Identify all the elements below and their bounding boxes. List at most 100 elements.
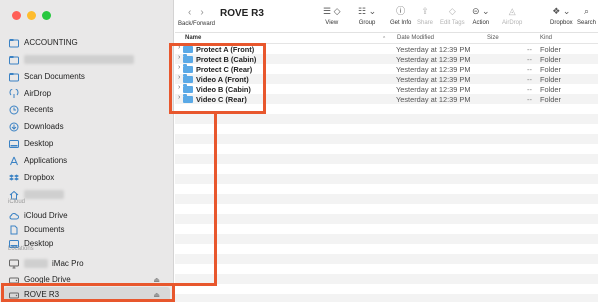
get-info-button[interactable]: ⓘ Get Info	[390, 5, 411, 26]
file-kind: Folder	[540, 45, 561, 54]
empty-row	[175, 114, 598, 124]
file-kind: Folder	[540, 95, 561, 104]
chevron-left-icon[interactable]: ‹	[188, 7, 200, 18]
dropbox-icon	[9, 173, 19, 183]
sidebar-item-label: Dropbox	[24, 173, 55, 182]
back-forward-arrows[interactable]: ‹›	[188, 7, 213, 18]
empty-row	[175, 274, 598, 284]
clock-icon	[9, 105, 19, 115]
applications-icon	[9, 156, 19, 166]
empty-row	[175, 244, 598, 254]
group-button[interactable]: ☷ ⌄ Group	[358, 5, 376, 26]
sort-chevron-icon: ⌃	[382, 36, 387, 42]
sidebar-item-label: Applications	[24, 156, 68, 165]
empty-row	[175, 234, 598, 244]
file-date: Yesterday at 12:39 PM	[396, 75, 471, 84]
home-icon	[9, 190, 19, 200]
sidebar-item-label: iCloud Drive	[24, 211, 68, 220]
folder-icon	[9, 55, 19, 65]
airdrop-icon: ◬	[508, 6, 516, 16]
file-date: Yesterday at 12:39 PM	[396, 55, 471, 64]
empty-row	[175, 134, 598, 144]
empty-row	[175, 144, 598, 154]
empty-row	[175, 194, 598, 204]
sidebar-section-icloud: iCloud	[8, 199, 26, 205]
column-header-size[interactable]: Size	[487, 35, 499, 41]
sidebar-item-label: Scan Documents	[24, 72, 85, 81]
sidebar-item-desktop[interactable]: Desktop	[4, 136, 170, 151]
file-date: Yesterday at 12:39 PM	[396, 65, 471, 74]
sidebar-section-locations: Locations	[8, 246, 34, 252]
back-forward-label: Back/Forward	[178, 21, 216, 27]
share-icon: ⇪	[421, 6, 429, 16]
action-icon: ⊝ ⌄	[472, 6, 490, 16]
file-size: --	[527, 55, 532, 64]
download-icon	[9, 122, 19, 132]
zoom-window-button[interactable]	[42, 11, 51, 20]
file-date: Yesterday at 12:39 PM	[396, 95, 471, 104]
minimize-window-button[interactable]	[27, 11, 36, 20]
action-button[interactable]: ⊝ ⌄ Action	[472, 5, 490, 26]
sidebar-item-home[interactable]	[4, 187, 170, 202]
annotation-connector-vertical	[214, 114, 217, 286]
sidebar-item-recents[interactable]: Recents	[4, 102, 170, 117]
airdrop-icon	[9, 88, 19, 99]
view-icon: ☰ ◇	[323, 6, 341, 16]
sidebar-item-label: Desktop	[24, 139, 54, 148]
empty-row	[175, 164, 598, 174]
sidebar-item-icloud-drive[interactable]: iCloud Drive	[4, 208, 170, 223]
info-icon: ⓘ	[396, 6, 406, 16]
file-kind: Folder	[540, 85, 561, 94]
empty-row	[175, 264, 598, 274]
cloud-icon	[9, 211, 19, 221]
file-kind: Folder	[540, 55, 561, 64]
sidebar: ACCOUNTING Scan Documents AirDrop Recent…	[0, 0, 174, 302]
dropbox-icon: ❖ ⌄	[552, 6, 571, 16]
window-title: ROVE R3	[220, 8, 264, 19]
file-size: --	[527, 85, 532, 94]
file-kind: Folder	[540, 75, 561, 84]
sidebar-item-dropbox[interactable]: Dropbox	[4, 170, 170, 185]
empty-row	[175, 284, 598, 294]
redacted-label	[24, 55, 134, 64]
sidebar-item-scan-documents[interactable]: Scan Documents	[4, 69, 170, 84]
folder-icon	[9, 38, 19, 48]
sidebar-item-accounting[interactable]: ACCOUNTING	[4, 35, 170, 50]
file-size: --	[527, 75, 532, 84]
column-header-date[interactable]: Date Modified	[397, 35, 434, 41]
share-button[interactable]: ⇪ Share	[417, 5, 433, 26]
desktop-icon	[9, 139, 19, 149]
sidebar-item-label: ACCOUNTING	[24, 38, 78, 47]
document-icon	[9, 225, 19, 235]
column-header-kind[interactable]: Kind	[540, 35, 552, 41]
sidebar-item-airdrop[interactable]: AirDrop	[4, 86, 170, 101]
close-window-button[interactable]	[12, 11, 21, 20]
file-size: --	[527, 95, 532, 104]
sidebar-item-downloads[interactable]: Downloads	[4, 119, 170, 134]
file-date: Yesterday at 12:39 PM	[396, 45, 471, 54]
dropbox-button[interactable]: ❖ ⌄ Dropbox	[550, 5, 573, 26]
group-icon: ☷ ⌄	[358, 6, 377, 16]
edit-tags-button[interactable]: ◇ Edit Tags	[440, 5, 465, 26]
search-button[interactable]: ⌕ Search	[577, 5, 596, 26]
folder-icon	[9, 72, 19, 82]
airdrop-button[interactable]: ◬ AirDrop	[502, 5, 522, 26]
file-date: Yesterday at 12:39 PM	[396, 85, 471, 94]
sidebar-item-documents[interactable]: Documents	[4, 222, 170, 237]
file-size: --	[527, 65, 532, 74]
search-icon: ⌕	[583, 6, 590, 16]
chevron-right-icon[interactable]: ›	[200, 7, 212, 18]
highlight-box-drive	[1, 283, 175, 302]
annotation-connector-horizontal	[175, 283, 217, 286]
sidebar-item-redacted-folder[interactable]	[4, 52, 170, 67]
redacted-label	[24, 190, 64, 199]
empty-row	[175, 254, 598, 264]
sidebar-item-applications[interactable]: Applications	[4, 153, 170, 168]
empty-row	[175, 214, 598, 224]
empty-row	[175, 174, 598, 184]
column-header-name[interactable]: Name	[185, 35, 201, 41]
view-button[interactable]: ☰ ◇ View	[323, 5, 341, 26]
sidebar-item-label: AirDrop	[24, 89, 52, 98]
file-kind: Folder	[540, 65, 561, 74]
sidebar-item-label: Downloads	[24, 122, 64, 131]
